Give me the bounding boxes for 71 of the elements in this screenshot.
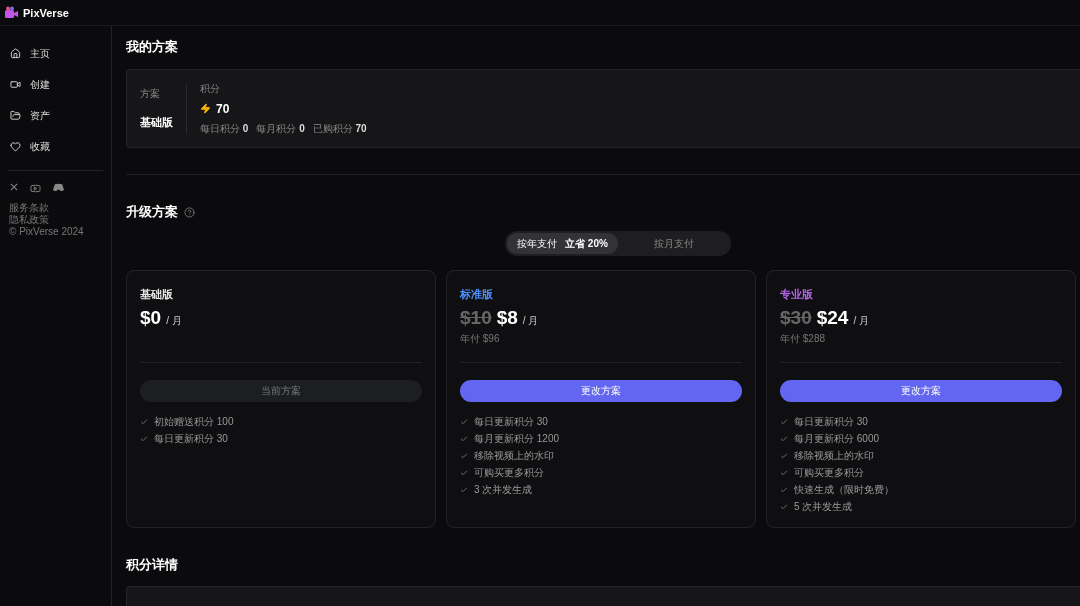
check-icon — [780, 503, 788, 511]
sidebar-item[interactable]: 主页 — [0, 38, 111, 69]
sidebar-item[interactable]: 收藏 — [0, 131, 111, 162]
folder-icon — [10, 110, 21, 121]
price: $0 — [140, 307, 162, 329]
check-icon — [780, 486, 788, 494]
billing-tab[interactable]: 按年支付 立省 20% — [507, 233, 618, 254]
feature-text: 可购买更多积分 — [794, 467, 864, 479]
help-icon[interactable] — [184, 206, 195, 218]
x-icon[interactable] — [10, 183, 18, 191]
feature-text: 每月更新积分 1200 — [474, 433, 560, 445]
youtube-icon[interactable] — [30, 183, 41, 194]
home-icon — [10, 48, 21, 59]
feature-text: 移除视频上的水印 — [794, 450, 874, 462]
credits-label: 积分 — [200, 81, 221, 96]
check-icon — [780, 452, 788, 460]
logo-icon — [5, 6, 18, 19]
check-icon — [460, 435, 468, 443]
footer-link[interactable]: 隐私政策 — [0, 214, 111, 226]
original-price: $10 — [460, 307, 492, 329]
credits-value: 70 — [216, 101, 230, 116]
plan-label: 方案 — [140, 87, 161, 101]
check-icon — [780, 418, 788, 426]
credit-breakdown: 已购积分 70 — [312, 121, 367, 136]
price: $8 — [496, 307, 518, 329]
plan-title: 基础版 — [140, 287, 174, 302]
feature-text: 每日更新积分 30 — [794, 416, 868, 428]
check-icon — [140, 435, 148, 443]
video-camera-icon — [10, 79, 21, 90]
feature-text: 每月更新积分 6000 — [794, 433, 880, 445]
price-unit: / 月 — [166, 314, 182, 328]
price-unit: / 月 — [853, 314, 869, 328]
lightning-icon — [200, 103, 211, 114]
feature-text: 每日更新积分 30 — [474, 416, 548, 428]
price-unit: / 月 — [522, 314, 539, 328]
feature-text: 初始赠送积分 100 — [154, 416, 234, 428]
check-icon — [140, 418, 148, 426]
check-icon — [460, 418, 468, 426]
feature-text: 3 次并发生成 — [474, 484, 533, 496]
billing-tab[interactable]: 按月支付 — [618, 233, 729, 254]
brand-name: PixVerse — [23, 6, 69, 19]
section-title: 积分详情 — [126, 556, 179, 574]
plan-title: 标准版 — [460, 287, 494, 302]
price: $24 — [816, 307, 849, 329]
footer-link[interactable]: 服务条款 — [0, 202, 111, 214]
credit-breakdown: 每日积分 0 — [200, 121, 249, 136]
feature-text: 每日更新积分 30 — [154, 433, 228, 445]
section-title: 升级方案 — [126, 203, 178, 221]
discord-icon[interactable] — [53, 183, 64, 192]
copyright-text: © PixVerse 2024 — [8, 226, 85, 238]
sidebar-item[interactable]: 创建 — [0, 69, 111, 100]
check-icon — [780, 469, 788, 477]
heart-icon — [10, 141, 21, 152]
original-price: $30 — [780, 307, 812, 329]
feature-text: 移除视频上的水印 — [474, 450, 554, 462]
feature-text: 快速生成（限时免费） — [794, 484, 894, 496]
yearly-price: 年付 $96 — [460, 332, 501, 344]
feature-text: 5 次并发生成 — [794, 501, 853, 513]
section-title: 我的方案 — [126, 38, 179, 56]
sidebar-item[interactable]: 资产 — [0, 100, 111, 131]
check-icon — [780, 435, 788, 443]
plan-button[interactable]: 更改方案 — [780, 380, 1062, 402]
credit-breakdown: 每月积分 0 — [256, 121, 305, 136]
check-icon — [460, 452, 468, 460]
check-icon — [460, 469, 468, 477]
yearly-price: 年付 $288 — [780, 332, 827, 344]
plan-name: 基础版 — [140, 115, 173, 130]
feature-text: 可购买更多积分 — [474, 467, 544, 479]
plan-button[interactable]: 更改方案 — [460, 380, 742, 402]
check-icon — [460, 486, 468, 494]
plan-title: 专业版 — [780, 287, 814, 302]
